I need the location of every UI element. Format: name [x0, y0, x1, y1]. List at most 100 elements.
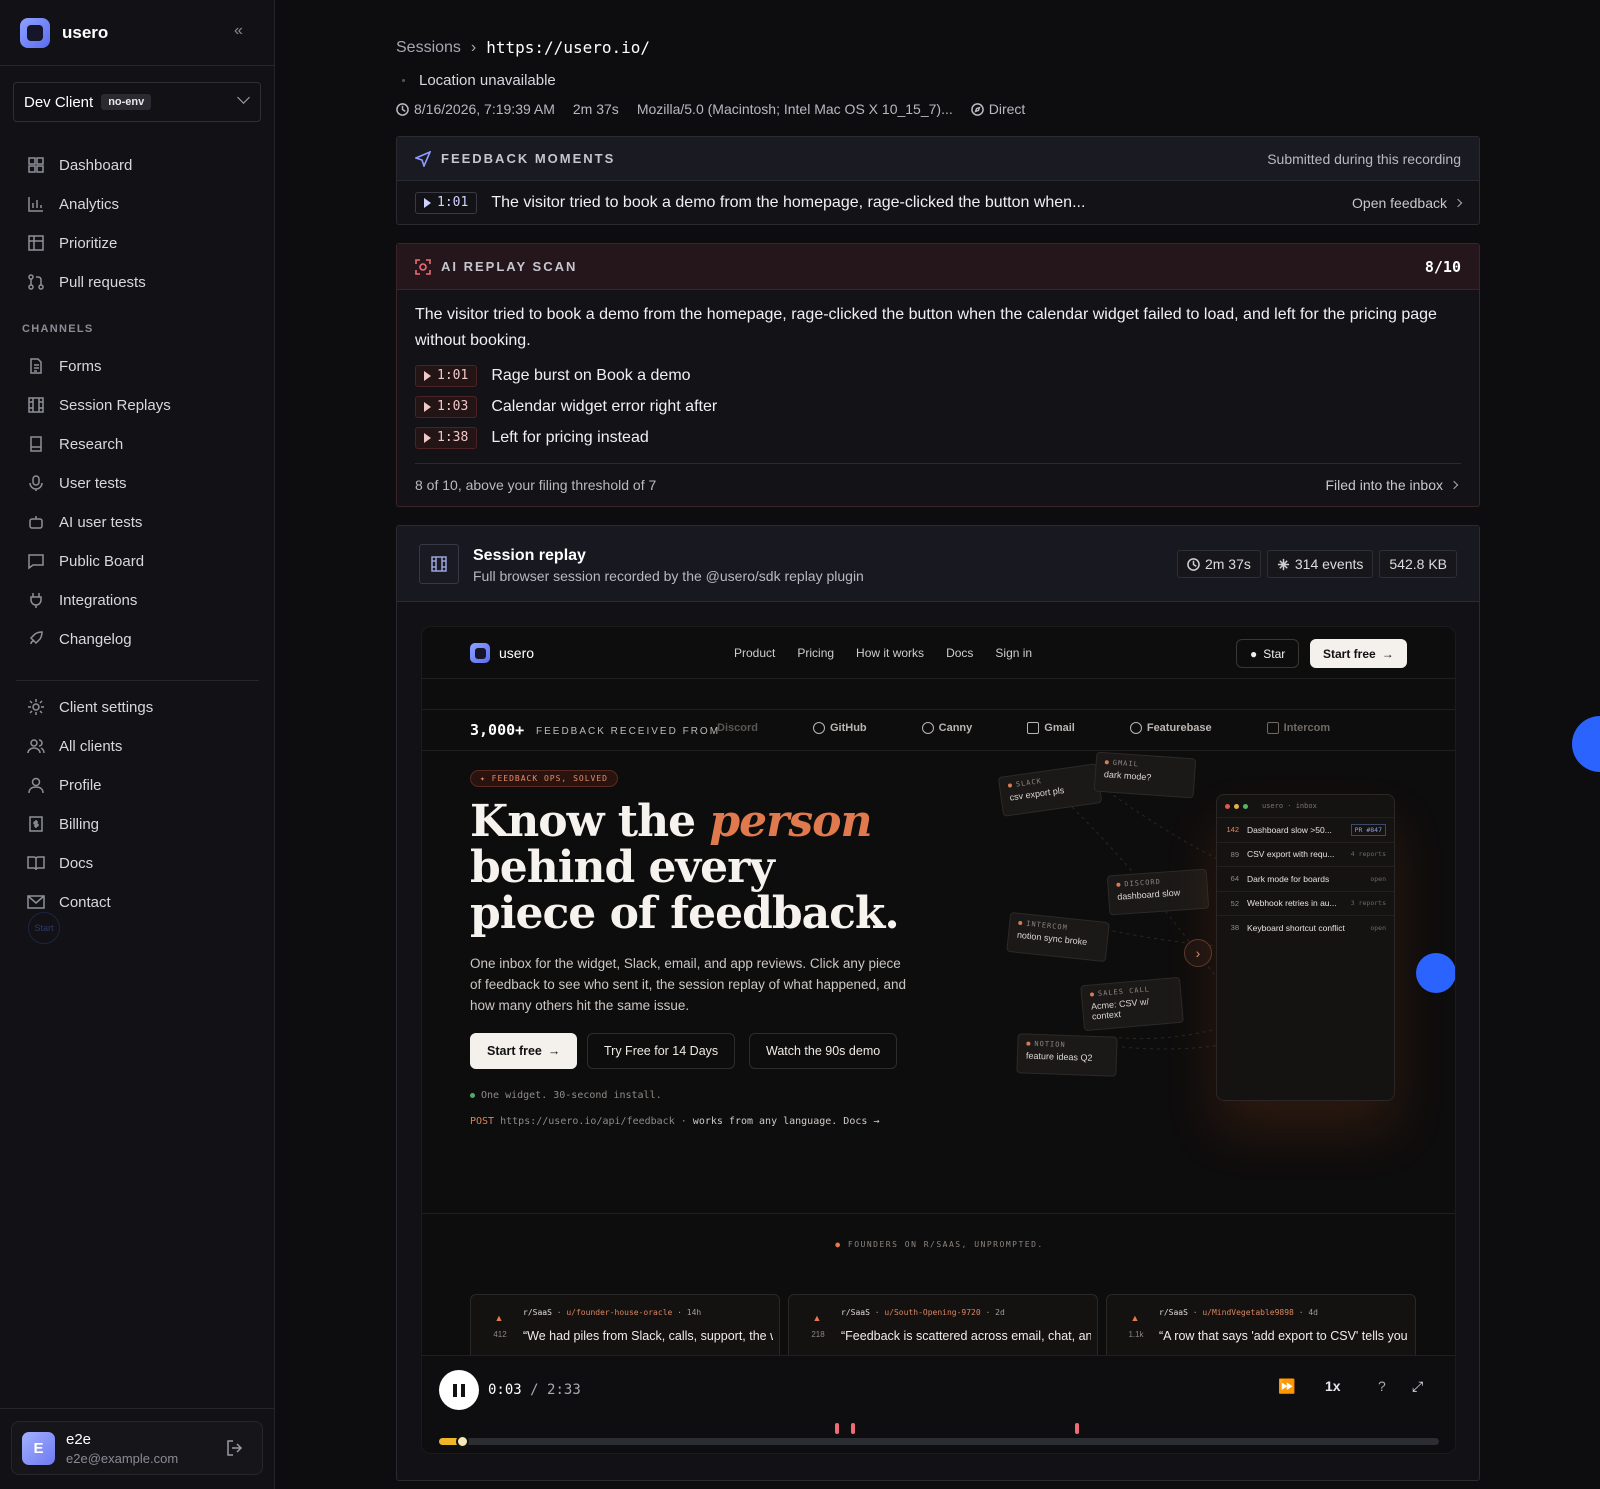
- vote-count: 412: [493, 1330, 507, 1339]
- post-age: 14h: [686, 1308, 702, 1317]
- nav-public-board[interactable]: Public Board: [27, 550, 144, 572]
- source-intercom: Intercom: [1266, 722, 1330, 734]
- chevron-right-icon[interactable]: ›: [1184, 939, 1212, 967]
- widget-launcher[interactable]: [1416, 953, 1455, 993]
- nav-ai-user-tests[interactable]: AI user tests: [27, 511, 142, 533]
- pause-icon: [453, 1383, 457, 1397]
- nav-dashboard[interactable]: Dashboard: [27, 154, 132, 176]
- duration-pill: 2m 37s: [1176, 550, 1261, 578]
- nav-profile[interactable]: Profile: [27, 774, 102, 796]
- book-open-icon: [27, 856, 45, 871]
- ai-scan-footer: 8 of 10, above your filing threshold of …: [415, 477, 657, 493]
- skip-inactivity-icon[interactable]: ⏩: [1278, 1378, 1295, 1395]
- nav-research[interactable]: Research: [27, 433, 123, 455]
- vote-count: 218: [811, 1330, 825, 1339]
- divider: [16, 680, 259, 681]
- site-link[interactable]: Sign in: [995, 646, 1032, 660]
- site-start-free-button[interactable]: Start free →: [1310, 639, 1407, 668]
- site-link[interactable]: Product: [734, 646, 775, 660]
- events-pill: 314 events: [1266, 550, 1374, 578]
- site-link[interactable]: How it works: [856, 646, 924, 660]
- timestamp-button[interactable]: 1:38: [415, 426, 478, 449]
- site-brand[interactable]: usero: [470, 643, 534, 663]
- timestamp-button[interactable]: 1:03: [415, 395, 478, 418]
- vote-count: 1.1k: [1128, 1330, 1144, 1339]
- canny-icon: [921, 722, 934, 734]
- source-label: Gmail: [1044, 722, 1075, 734]
- fullscreen-icon[interactable]: ⤢: [1412, 1378, 1423, 1395]
- gear-icon: [28, 699, 44, 715]
- github-star-button[interactable]: ● Star: [1236, 639, 1300, 668]
- scrubber-handle[interactable]: [456, 1435, 469, 1448]
- ai-moment-row[interactable]: 1:03 Calendar widget error right after: [397, 391, 1479, 422]
- install-note: One widget. 30-second install.: [470, 1090, 662, 1101]
- post-note[interactable]: works from any language. Docs →: [693, 1116, 880, 1127]
- nav-contact[interactable]: Contact: [27, 891, 111, 913]
- size-pill: 542.8 KB: [1379, 550, 1457, 578]
- feedback-widget-launcher[interactable]: [1572, 716, 1600, 772]
- brand[interactable]: usero: [20, 18, 108, 48]
- nav-session-replays[interactable]: Session Replays: [27, 394, 171, 416]
- received-from-label: FEEDBACK RECEIVED FROM: [536, 726, 721, 737]
- site-link[interactable]: Pricing: [797, 646, 834, 660]
- nav-billing[interactable]: Billing: [27, 813, 99, 835]
- nav-label: Docs: [59, 854, 94, 872]
- nav-client-settings[interactable]: Client settings: [27, 696, 153, 718]
- nav-analytics[interactable]: Analytics: [27, 193, 119, 215]
- feedback-moment-row[interactable]: 1:01 The visitor tried to book a demo fr…: [397, 181, 1479, 224]
- nav-label: Profile: [59, 776, 102, 794]
- featurebase-icon: [1129, 722, 1142, 734]
- nav-user-tests[interactable]: User tests: [27, 472, 127, 494]
- timestamp-button[interactable]: 1:01: [415, 364, 478, 387]
- breadcrumb-sessions[interactable]: Sessions: [396, 39, 461, 57]
- event-marker[interactable]: [851, 1423, 855, 1434]
- speed-button[interactable]: 1x: [1325, 1378, 1341, 1394]
- session-source: Direct: [970, 101, 1026, 117]
- timestamp-text: 1:03: [437, 399, 469, 414]
- hero-start-free-button[interactable]: Start free →: [470, 1033, 578, 1069]
- nav-pull-requests[interactable]: Pull requests: [27, 271, 146, 293]
- collapse-sidebar-icon[interactable]: «: [234, 22, 243, 40]
- replay-viewport[interactable]: usero Product Pricing How it works Docs …: [421, 626, 1456, 1454]
- open-feedback-link[interactable]: Open feedback: [1352, 195, 1463, 211]
- nav-all-clients[interactable]: All clients: [27, 735, 122, 757]
- logout-icon[interactable]: [226, 1439, 244, 1457]
- event-marker[interactable]: [1075, 1423, 1079, 1434]
- receipt-icon: [29, 816, 43, 832]
- source-text: Direct: [988, 101, 1026, 117]
- watch-demo-button[interactable]: Watch the 90s demo: [749, 1033, 898, 1069]
- ai-moment-row[interactable]: 1:01 Rage burst on Book a demo: [397, 360, 1479, 391]
- arrow-right-icon: →: [1381, 646, 1394, 661]
- ai-moment-row[interactable]: 1:38 Left for pricing instead: [397, 422, 1479, 453]
- client-selector[interactable]: Dev Client no-env: [13, 82, 261, 122]
- event-marker[interactable]: [835, 1423, 839, 1434]
- events-text: 314 events: [1294, 556, 1364, 572]
- source-discord: Discord: [717, 722, 758, 734]
- ai-scan-header: AI REPLAY SCAN 8/10: [397, 244, 1479, 290]
- nav-label: Public Board: [59, 552, 145, 570]
- inbox-title-text: Dashboard slow >50...: [1247, 824, 1332, 835]
- nav-label: Session Replays: [59, 396, 171, 414]
- nav-integrations[interactable]: Integrations: [27, 589, 137, 611]
- pause-button[interactable]: [439, 1370, 479, 1410]
- post-quote: “Feedback is scattered across email, cha…: [841, 1329, 1091, 1343]
- start-button[interactable]: Start: [28, 912, 60, 944]
- rocket-icon: [29, 631, 43, 645]
- site-link[interactable]: Docs: [946, 646, 973, 660]
- filed-inbox-link[interactable]: Filed into the inbox: [1325, 477, 1459, 493]
- ai-scan-title: AI REPLAY SCAN: [441, 259, 578, 274]
- inbox-title: usero · inbox: [1262, 802, 1317, 810]
- play-icon: [424, 197, 431, 208]
- nav-docs[interactable]: Docs: [27, 852, 93, 874]
- user-card[interactable]: E e2e e2e@example.com: [11, 1421, 263, 1475]
- try-free-button[interactable]: Try Free for 14 Days: [587, 1033, 736, 1069]
- nav-forms[interactable]: Forms: [27, 355, 102, 377]
- playback-scrubber[interactable]: [439, 1435, 1439, 1448]
- help-button[interactable]: ?: [1378, 1378, 1386, 1394]
- datetime-text: 8/16/2026, 7:19:39 AM: [414, 101, 555, 117]
- source-featurebase: Featurebase: [1129, 722, 1212, 734]
- nav-changelog[interactable]: Changelog: [27, 628, 132, 650]
- nav-prioritize[interactable]: Prioritize: [27, 232, 117, 254]
- nav-label: Analytics: [59, 195, 120, 213]
- timestamp-button[interactable]: 1:01: [415, 191, 478, 214]
